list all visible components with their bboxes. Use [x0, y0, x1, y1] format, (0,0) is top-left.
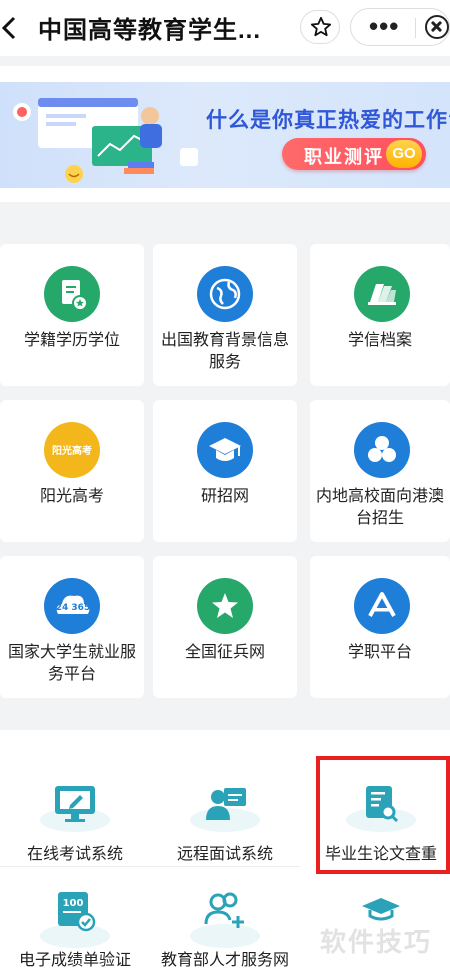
service-talent-network[interactable]: 教育部人才服务网	[150, 866, 300, 976]
header-bar: 中国高等教育学生... •••	[0, 0, 450, 56]
star-icon	[197, 578, 253, 634]
cloud-badge-text: 24 365	[56, 603, 90, 613]
grid-item-label: 研招网	[200, 488, 249, 505]
grid-item-archive[interactable]: 学信档案	[310, 244, 450, 386]
grid-item-conscription[interactable]: 全国征兵网	[153, 556, 297, 698]
banner-illustration	[13, 98, 198, 183]
grid-item-label: 学籍学历学位	[23, 332, 120, 349]
grid-item-label: 阳光高考	[39, 488, 104, 505]
banner-area: 什么是你真正热爱的工作? 职业测评 GO	[0, 66, 450, 202]
cloud-24365-icon: 24 365	[44, 578, 100, 634]
row-divider	[0, 866, 300, 867]
services-grid: 学籍学历学位 出国教育背景信息服务 学信档案 阳光高考 阳光高考 研招网 内地高…	[0, 214, 450, 718]
files-icon	[354, 266, 410, 322]
a-triangle-icon	[354, 578, 410, 634]
grid-item-label: 学信档案	[347, 332, 412, 349]
back-icon[interactable]	[0, 14, 22, 42]
go-badge: GO	[386, 140, 422, 168]
document-star-icon	[44, 266, 100, 322]
video-interview-icon	[206, 788, 246, 820]
users-add-icon	[204, 892, 244, 928]
grid-item-label: 内地高校面向港澳台招生	[315, 488, 444, 527]
grid-item-career-platform[interactable]: 学职平台	[310, 556, 450, 698]
service-label: 在线考试系统	[26, 846, 123, 863]
grid-item-graduate-admission[interactable]: 研招网	[153, 400, 297, 542]
more-button[interactable]: •••	[369, 13, 399, 39]
grid-item-overseas-education[interactable]: 出国教育背景信息服务	[153, 244, 297, 386]
grid-item-hk-macao-taiwan[interactable]: 内地高校面向港澳台招生	[310, 400, 450, 542]
close-icon[interactable]	[425, 15, 449, 39]
sunshine-gaokao-icon: 阳光高考	[44, 422, 100, 478]
watermark: 软件技巧	[320, 927, 433, 957]
service-transcript-verify[interactable]: 100 电子成绩单验证	[0, 866, 150, 976]
flower-icon	[354, 422, 410, 478]
capsule-divider	[415, 18, 416, 38]
career-test-label: 职业测评	[304, 147, 384, 167]
service-label: 电子成绩单验证	[18, 952, 131, 969]
favorite-button[interactable]	[300, 10, 340, 44]
service-remote-interview[interactable]: 远程面试系统	[150, 750, 300, 870]
score-certificate-icon: 100	[58, 892, 96, 932]
grid-item-student-status[interactable]: 学籍学历学位	[0, 244, 144, 386]
grid-item-label: 全国征兵网	[184, 644, 265, 661]
monitor-edit-icon	[55, 786, 95, 822]
grid-item-label: 出国教育背景信息服务	[160, 332, 289, 371]
highlight-box	[316, 756, 450, 874]
service-online-exam[interactable]: 在线考试系统	[0, 750, 150, 870]
career-test-banner[interactable]: 什么是你真正热爱的工作? 职业测评 GO	[0, 82, 450, 188]
service-label: 教育部人才服务网	[160, 952, 289, 969]
banner-question: 什么是你真正热爱的工作?	[206, 109, 450, 132]
sunshine-badge-text: 阳光高考	[52, 444, 92, 457]
service-label: 远程面试系统	[176, 846, 273, 863]
grid-item-label: 国家大学生就业服务平台	[7, 644, 136, 683]
grid-item-sunshine-gaokao[interactable]: 阳光高考 阳光高考	[0, 400, 144, 542]
grid-item-employment-platform[interactable]: 24 365 国家大学生就业服务平台	[0, 556, 144, 698]
page-title: 中国高等教育学生...	[38, 17, 262, 44]
career-test-button[interactable]: 职业测评 GO	[282, 138, 426, 170]
graduation-cap-icon	[197, 422, 253, 478]
score-badge-text: 100	[63, 898, 84, 909]
mini-program-capsule: •••	[350, 8, 450, 46]
grid-item-label: 学职平台	[347, 644, 412, 661]
globe-icon	[197, 266, 253, 322]
service-graduation[interactable]	[306, 866, 450, 976]
star-outline-icon	[310, 16, 332, 37]
